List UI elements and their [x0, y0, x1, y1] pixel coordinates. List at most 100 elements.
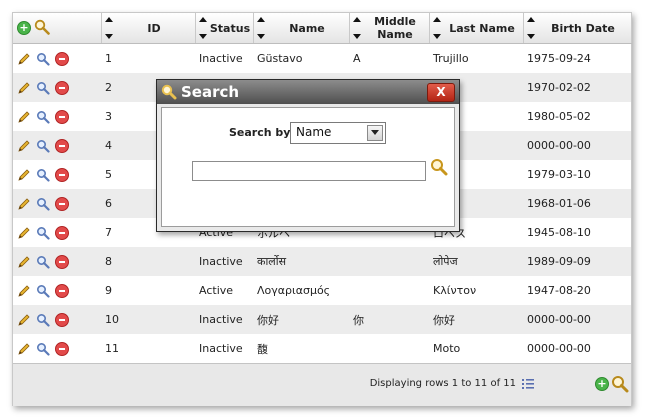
- edit-pencil-icon[interactable]: [17, 313, 31, 327]
- search-icon[interactable]: [34, 19, 50, 38]
- search-input[interactable]: [192, 161, 426, 181]
- delete-icon[interactable]: [55, 80, 69, 95]
- delete-icon[interactable]: [55, 283, 69, 298]
- cell-id: 1: [101, 43, 195, 73]
- delete-icon[interactable]: [55, 341, 69, 356]
- cell-birth: 1968-01-06: [523, 189, 631, 218]
- view-search-icon[interactable]: [36, 342, 50, 356]
- table-row[interactable]: 11 Inactive 馥 Moto 0000-00-00: [13, 334, 631, 363]
- view-search-icon[interactable]: [36, 284, 50, 298]
- cell-last: Trujillo: [429, 43, 523, 73]
- edit-pencil-icon[interactable]: [17, 255, 31, 269]
- cell-middle: A: [349, 43, 429, 73]
- search-field-select[interactable]: Name: [290, 122, 386, 144]
- cell-status: Inactive: [195, 305, 253, 334]
- search-icon[interactable]: [611, 375, 629, 396]
- sort-desc-icon[interactable]: [526, 34, 535, 39]
- cell-id: 9: [101, 276, 195, 305]
- sort-asc-icon[interactable]: [104, 17, 113, 22]
- sort-arrows-icon[interactable]: [432, 16, 441, 40]
- delete-icon[interactable]: [55, 196, 69, 211]
- edit-pencil-icon[interactable]: [17, 284, 31, 298]
- cell-id: 11: [101, 334, 195, 363]
- table-row[interactable]: 1 Inactive Güstavo A Trujillo 1975-09-24: [13, 43, 631, 73]
- sort-desc-icon[interactable]: [256, 34, 265, 39]
- close-button[interactable]: X: [427, 83, 455, 102]
- delete-icon[interactable]: [55, 51, 69, 66]
- view-search-icon[interactable]: [36, 197, 50, 211]
- delete-icon[interactable]: [55, 109, 69, 124]
- grid-footer: Displaying rows 1 to 11 of 11 +: [13, 363, 631, 406]
- edit-pencil-icon[interactable]: [17, 52, 31, 66]
- delete-icon[interactable]: [55, 138, 69, 153]
- cell-name: कार्लोस: [253, 247, 349, 276]
- table-row[interactable]: 9 Active Λογαριασμός Κλίντον 1947-08-20: [13, 276, 631, 305]
- row-actions: [13, 160, 101, 189]
- sort-desc-icon[interactable]: [104, 34, 113, 39]
- edit-pencil-icon[interactable]: [17, 168, 31, 182]
- edit-pencil-icon[interactable]: [17, 197, 31, 211]
- cell-status: Inactive: [195, 334, 253, 363]
- add-record-icon[interactable]: +: [17, 21, 31, 35]
- view-search-icon[interactable]: [36, 168, 50, 182]
- edit-pencil-icon[interactable]: [17, 81, 31, 95]
- view-search-icon[interactable]: [36, 81, 50, 95]
- cell-birth: 0000-00-00: [523, 334, 631, 363]
- search-field-value: Name: [296, 125, 332, 139]
- view-search-icon[interactable]: [36, 226, 50, 240]
- sort-asc-icon[interactable]: [198, 17, 207, 22]
- cell-birth: 0000-00-00: [523, 305, 631, 334]
- header-actions: +: [13, 19, 50, 35]
- cell-birth: 0000-00-00: [523, 131, 631, 160]
- sort-desc-icon[interactable]: [198, 34, 207, 39]
- cell-status: Inactive: [195, 247, 253, 276]
- dialog-titlebar[interactable]: Search X: [157, 80, 459, 104]
- delete-icon[interactable]: [55, 167, 69, 182]
- delete-icon[interactable]: [55, 312, 69, 327]
- edit-pencil-icon[interactable]: [17, 139, 31, 153]
- cell-name: 馥: [253, 334, 349, 363]
- column-header-id[interactable]: ID: [101, 13, 196, 44]
- view-search-icon[interactable]: [36, 255, 50, 269]
- column-header-last[interactable]: Last Name: [429, 13, 524, 44]
- dialog-title: Search: [181, 83, 240, 101]
- dialog-body: Search by: Name: [161, 107, 455, 227]
- view-search-icon[interactable]: [36, 110, 50, 124]
- sort-desc-icon[interactable]: [432, 34, 441, 39]
- header-row: + ID Status Name Middle Name Last Name Birth D…: [13, 13, 632, 44]
- sort-arrows-icon[interactable]: [104, 16, 113, 40]
- column-header-middle[interactable]: Middle Name: [349, 13, 430, 44]
- sort-asc-icon[interactable]: [526, 17, 535, 22]
- search-go-icon[interactable]: [430, 158, 448, 179]
- column-header-name[interactable]: Name: [253, 13, 350, 44]
- cell-last: 你好: [429, 305, 523, 334]
- view-search-icon[interactable]: [36, 52, 50, 66]
- sort-arrows-icon[interactable]: [198, 16, 207, 40]
- edit-pencil-icon[interactable]: [17, 110, 31, 124]
- view-search-icon[interactable]: [36, 139, 50, 153]
- view-search-icon[interactable]: [36, 313, 50, 327]
- table-row[interactable]: 8 Inactive कार्लोस लोपेज 1989-09-09: [13, 247, 631, 276]
- chevron-down-icon[interactable]: [367, 125, 383, 141]
- row-actions: [13, 189, 101, 218]
- column-header-birth[interactable]: Birth Date: [523, 13, 632, 44]
- add-record-icon[interactable]: +: [595, 377, 609, 391]
- column-header-label: ID: [147, 21, 161, 35]
- sort-asc-icon[interactable]: [256, 17, 265, 22]
- row-actions: [13, 73, 101, 102]
- delete-icon[interactable]: [55, 254, 69, 269]
- sort-arrows-icon[interactable]: [256, 16, 265, 40]
- sort-desc-icon[interactable]: [352, 34, 361, 39]
- table-row[interactable]: 10 Inactive 你好你你好 0000-00-00: [13, 305, 631, 334]
- list-options-icon[interactable]: [521, 377, 535, 394]
- cell-birth: 1979-03-10: [523, 160, 631, 189]
- delete-icon[interactable]: [55, 225, 69, 240]
- edit-pencil-icon[interactable]: [17, 226, 31, 240]
- sort-asc-icon[interactable]: [352, 17, 361, 22]
- sort-arrows-icon[interactable]: [352, 16, 361, 40]
- cell-id: 10: [101, 305, 195, 334]
- edit-pencil-icon[interactable]: [17, 342, 31, 356]
- column-header-status[interactable]: Status: [195, 13, 254, 44]
- sort-asc-icon[interactable]: [432, 17, 441, 22]
- sort-arrows-icon[interactable]: [526, 16, 535, 40]
